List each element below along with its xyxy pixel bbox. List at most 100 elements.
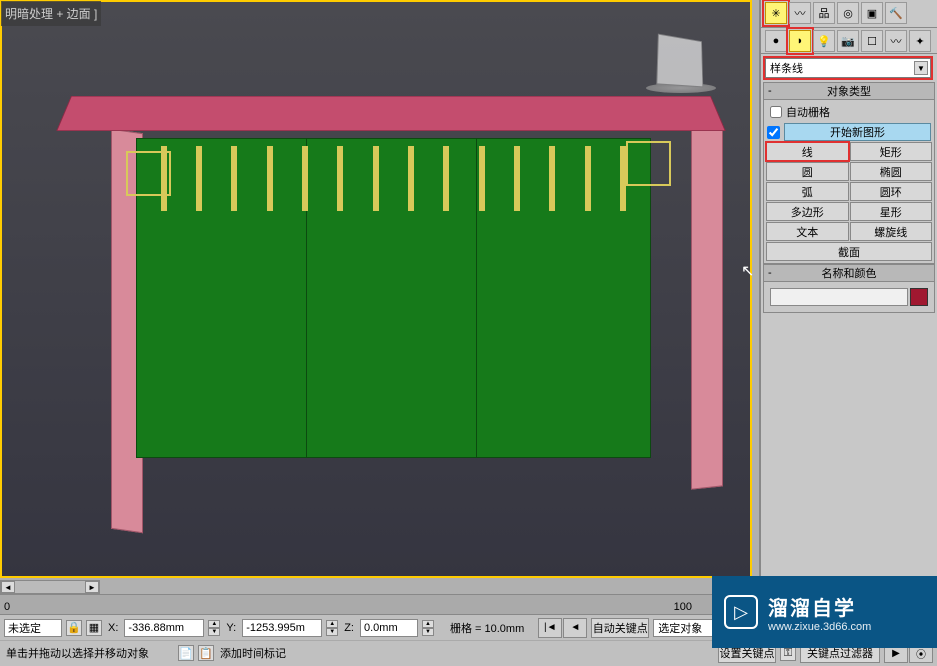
- btn-ellipse[interactable]: 椭圆: [850, 162, 933, 181]
- tab-shapes[interactable]: ◗: [789, 30, 811, 52]
- sphere-icon: ●: [773, 35, 780, 47]
- watermark-title: 溜溜自学: [768, 592, 871, 621]
- collapse-icon: -: [768, 85, 772, 97]
- chevron-down-icon[interactable]: ▼: [914, 61, 928, 75]
- lights-icon: 💡: [817, 35, 831, 48]
- autogrid-label: 自动栅格: [786, 104, 830, 120]
- object-color-swatch[interactable]: [910, 288, 928, 306]
- timeline-ruler[interactable]: 0 100: [0, 594, 752, 614]
- tab-motion[interactable]: ◎: [837, 2, 859, 24]
- rollout-body: 自动栅格 开始新图形 线 矩形 圆 椭圆 弧 圆环 多边形 星形 文本 螺旋线 …: [763, 100, 935, 264]
- x-coord-input[interactable]: -336.88mm: [124, 619, 204, 637]
- btn-section[interactable]: 截面: [766, 242, 932, 261]
- script2-icon[interactable]: 📋: [198, 645, 214, 661]
- motion-icon: ◎: [843, 7, 853, 20]
- watermark-url: www.zixue.3d66.com: [768, 621, 871, 633]
- prompt-text: 单击并拖动以选择并移动对象: [4, 645, 174, 661]
- z-coord-input[interactable]: 0.0mm: [360, 619, 418, 637]
- btn-circle[interactable]: 圆: [766, 162, 849, 181]
- tab-modify[interactable]: 〰: [789, 2, 811, 24]
- btn-star[interactable]: 星形: [850, 202, 933, 221]
- auto-key-button[interactable]: 自动关键点: [591, 618, 649, 638]
- rollout-title: 名称和颜色: [822, 265, 877, 281]
- btn-helix[interactable]: 螺旋线: [850, 222, 933, 241]
- y-spinner[interactable]: ▲▼: [326, 620, 338, 636]
- tab-lights[interactable]: 💡: [813, 30, 835, 52]
- x-spinner[interactable]: ▲▼: [208, 620, 220, 636]
- frame-end: 100: [674, 601, 692, 613]
- script-icon[interactable]: 📄: [178, 645, 194, 661]
- collapse-icon: -: [768, 267, 772, 279]
- rollout-body: [763, 282, 935, 313]
- goto-start-button[interactable]: |◄: [538, 618, 562, 638]
- tab-display[interactable]: ▣: [861, 2, 883, 24]
- modify-icon: 〰: [795, 5, 806, 21]
- viewcube[interactable]: [641, 36, 721, 106]
- scroll-thumb[interactable]: [15, 581, 85, 593]
- y-coord-input[interactable]: -1253.995m: [242, 619, 322, 637]
- ornament: [626, 141, 671, 186]
- start-new-shape-button[interactable]: 开始新图形: [784, 123, 931, 141]
- scroll-left-button[interactable]: ◄: [1, 581, 15, 593]
- shape-category-dropdown[interactable]: 样条线 ▼: [765, 58, 931, 78]
- rollout-name-color: - 名称和颜色: [763, 264, 935, 313]
- command-panel-tabs: ✳ 〰 品 ◎ ▣ 🔨: [761, 0, 937, 28]
- ornament: [126, 151, 171, 196]
- scroll-right-button[interactable]: ►: [85, 581, 99, 593]
- object-type-grid: 线 矩形 圆 椭圆 弧 圆环 多边形 星形 文本 螺旋线 截面: [766, 142, 932, 261]
- cursor-icon: ↖: [741, 261, 754, 281]
- start-new-shape-checkbox[interactable]: [767, 126, 780, 139]
- btn-text[interactable]: 文本: [766, 222, 849, 241]
- viewport-perspective[interactable]: 明暗处理 + 边面 ] ↖: [0, 0, 752, 578]
- watermark-text: 溜溜自学 www.zixue.3d66.com: [768, 592, 871, 633]
- cabinet-slats: [136, 146, 651, 216]
- display-icon: ▣: [867, 7, 877, 20]
- grid-label: 栅格 = 10.0mm: [448, 620, 526, 636]
- btn-line[interactable]: 线: [766, 142, 849, 161]
- btn-arc[interactable]: 弧: [766, 182, 849, 201]
- prev-frame-button[interactable]: ◄: [563, 618, 587, 638]
- z-spinner[interactable]: ▲▼: [422, 620, 434, 636]
- tab-spacewarps[interactable]: 〰: [885, 30, 907, 52]
- tab-geometry[interactable]: ●: [765, 30, 787, 52]
- tab-create[interactable]: ✳: [765, 2, 787, 24]
- helpers-icon: ☐: [867, 35, 877, 48]
- selection-status: 未选定: [4, 619, 62, 637]
- btn-ngon[interactable]: 多边形: [766, 202, 849, 221]
- tab-utilities[interactable]: 🔨: [885, 2, 907, 24]
- viewport-label[interactable]: 明暗处理 + 边面 ]: [1, 1, 101, 26]
- x-label: X:: [106, 622, 120, 634]
- add-time-tag[interactable]: 添加时间标记: [218, 645, 288, 661]
- utilities-icon: 🔨: [889, 7, 903, 20]
- timeline-scrollbar[interactable]: ◄ ►: [0, 580, 100, 594]
- autogrid-checkbox[interactable]: [770, 106, 782, 118]
- tab-hierarchy[interactable]: 品: [813, 2, 835, 24]
- rollout-object-type: - 对象类型 自动栅格 开始新图形 线 矩形 圆 椭圆 弧 圆环 多边形: [763, 82, 935, 264]
- systems-icon: ✦: [915, 35, 924, 48]
- table-top: [56, 96, 726, 131]
- rollout-header-name-color[interactable]: - 名称和颜色: [763, 264, 935, 282]
- table-leg: [691, 126, 723, 489]
- cameras-icon: 📷: [841, 35, 855, 48]
- btn-rectangle[interactable]: 矩形: [850, 142, 933, 161]
- lock-selection-icon[interactable]: 🔒: [66, 620, 82, 636]
- model-3d: [71, 96, 711, 516]
- create-icon: ✳: [771, 7, 780, 20]
- viewport-area: 明暗处理 + 边面 ] ↖: [0, 0, 752, 580]
- object-name-input[interactable]: [770, 288, 908, 306]
- create-category-tabs: ● ◗ 💡 📷 ☐ 〰 ✦: [761, 28, 937, 54]
- tab-cameras[interactable]: 📷: [837, 30, 859, 52]
- tab-systems[interactable]: ✦: [909, 30, 931, 52]
- rollout-header-object-type[interactable]: - 对象类型: [763, 82, 935, 100]
- viewcube-cube[interactable]: [656, 34, 703, 88]
- isolate-icon[interactable]: ▦: [86, 620, 102, 636]
- command-panel: ✳ 〰 品 ◎ ▣ 🔨 ● ◗ 💡 📷 ☐ 〰 ✦ 样条线 ▼ - 对象类型 自…: [759, 0, 937, 610]
- watermark-overlay: ▷ 溜溜自学 www.zixue.3d66.com: [712, 576, 937, 648]
- rollout-title: 对象类型: [827, 83, 871, 99]
- tab-helpers[interactable]: ☐: [861, 30, 883, 52]
- y-label: Y:: [224, 622, 238, 634]
- btn-donut[interactable]: 圆环: [850, 182, 933, 201]
- frame-start: 0: [4, 601, 10, 613]
- z-label: Z:: [342, 622, 356, 634]
- space-icon: 〰: [891, 33, 902, 49]
